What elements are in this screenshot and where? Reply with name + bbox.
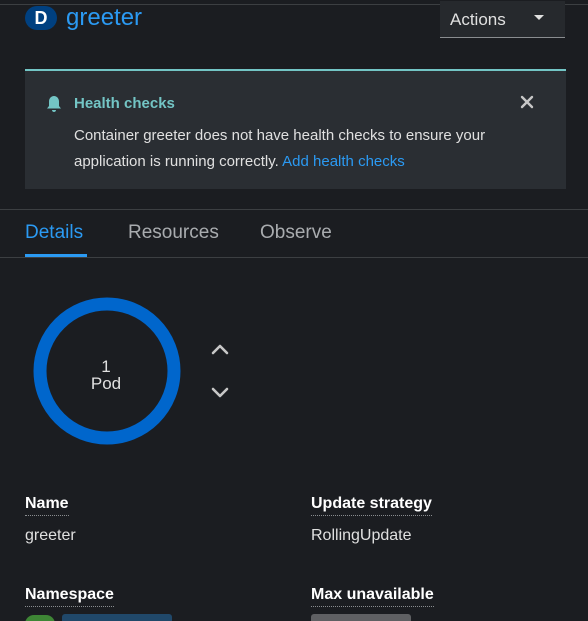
alert-title: Health checks xyxy=(74,95,175,112)
close-icon[interactable] xyxy=(520,95,534,109)
namespace-link[interactable] xyxy=(62,614,172,621)
pod-unit: Pod xyxy=(90,374,122,393)
update-strategy-value: RollingUpdate xyxy=(311,527,412,544)
alert-message: Container greeter does not have health c… xyxy=(74,127,486,170)
name-label: Name xyxy=(25,495,69,516)
bell-icon xyxy=(47,96,61,112)
tab-resources[interactable]: Resources xyxy=(128,222,219,244)
tab-details[interactable]: Details xyxy=(25,222,83,244)
alert-body: Container greeter does not have health c… xyxy=(74,123,544,175)
actions-label: Actions xyxy=(450,10,506,29)
scale-down-icon[interactable] xyxy=(210,386,230,400)
update-strategy-label: Update strategy xyxy=(311,495,432,516)
health-check-alert: Health checks Container greeter does not… xyxy=(25,69,566,189)
add-health-checks-link[interactable]: Add health checks xyxy=(282,153,405,170)
deployment-details-page: D greeter Actions Health checks Containe… xyxy=(0,0,588,621)
tab-observe[interactable]: Observe xyxy=(260,222,332,244)
namespace-badge xyxy=(25,615,55,621)
caret-down-icon xyxy=(534,15,544,20)
name-value: greeter xyxy=(25,527,76,544)
max-unavailable-label: Max unavailable xyxy=(311,586,434,607)
actions-dropdown[interactable]: Actions xyxy=(440,1,565,38)
tabs-bottom-divider xyxy=(0,257,588,258)
resource-badge: D xyxy=(25,6,57,30)
namespace-label: Namespace xyxy=(25,586,114,607)
tabs-top-divider xyxy=(0,209,588,210)
scale-up-icon[interactable] xyxy=(210,342,230,356)
page-title: greeter xyxy=(66,4,143,31)
max-unavailable-value xyxy=(311,614,411,621)
